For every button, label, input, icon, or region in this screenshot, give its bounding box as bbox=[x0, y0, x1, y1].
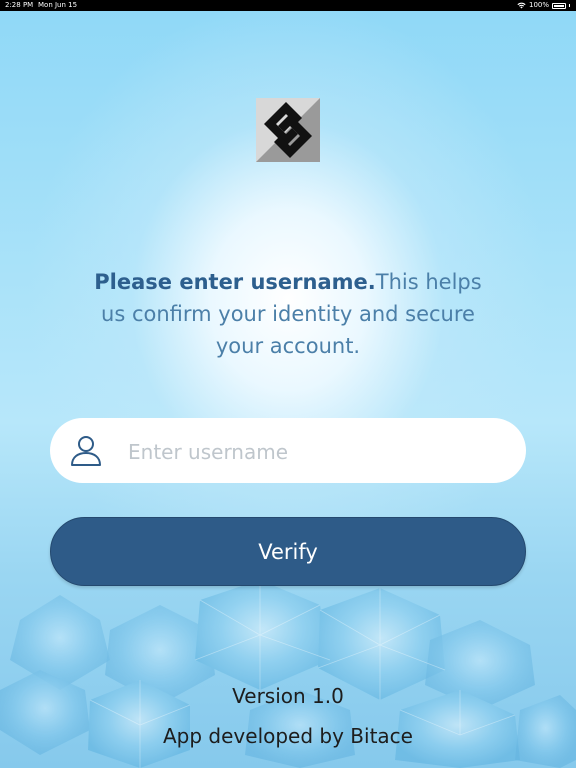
instruction-bold: Please enter username. bbox=[94, 270, 376, 294]
status-date: Mon Jun 15 bbox=[38, 1, 78, 9]
user-icon bbox=[71, 436, 101, 466]
username-field-container[interactable] bbox=[50, 418, 526, 485]
username-input[interactable] bbox=[126, 418, 510, 485]
status-time: 2:28 PM bbox=[5, 1, 34, 9]
wifi-icon bbox=[517, 2, 526, 9]
battery-percent: 100% bbox=[528, 1, 549, 9]
battery-tip bbox=[569, 4, 570, 7]
version-text: Version 1.0 bbox=[232, 684, 344, 708]
verify-button-label: Verify bbox=[258, 539, 318, 564]
brand-logo-s-icon bbox=[256, 98, 320, 162]
status-bar: 2:28 PM Mon Jun 15 100% bbox=[0, 0, 576, 11]
developer-credit: App developed by Bitace bbox=[163, 724, 413, 748]
verify-button[interactable]: Verify bbox=[50, 517, 526, 586]
instruction-text: Please enter username.This helps us conf… bbox=[80, 266, 496, 362]
battery-icon bbox=[552, 2, 566, 9]
status-right-group: 100% bbox=[517, 0, 570, 11]
